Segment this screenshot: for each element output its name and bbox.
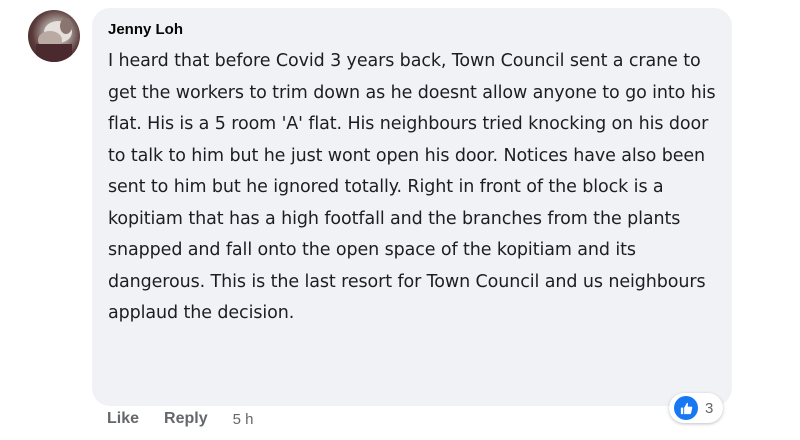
comment-bubble: Jenny Loh I heard that before Covid 3 ye…	[92, 8, 732, 406]
reply-button[interactable]: Reply	[164, 410, 208, 428]
reaction-count: 3	[705, 399, 714, 417]
comment-text: I heard that before Covid 3 years back, …	[108, 51, 716, 323]
like-button[interactable]: Like	[107, 410, 139, 428]
comment: Jenny Loh I heard that before Covid 3 ye…	[0, 0, 800, 440]
comment-timestamp[interactable]: 5 h	[233, 411, 254, 428]
comment-actions: Like Reply 5 h	[107, 410, 253, 428]
like-icon	[674, 396, 698, 420]
avatar[interactable]	[28, 10, 80, 62]
comment-author[interactable]: Jenny Loh	[108, 20, 716, 40]
reaction-summary[interactable]: 3	[669, 393, 724, 423]
